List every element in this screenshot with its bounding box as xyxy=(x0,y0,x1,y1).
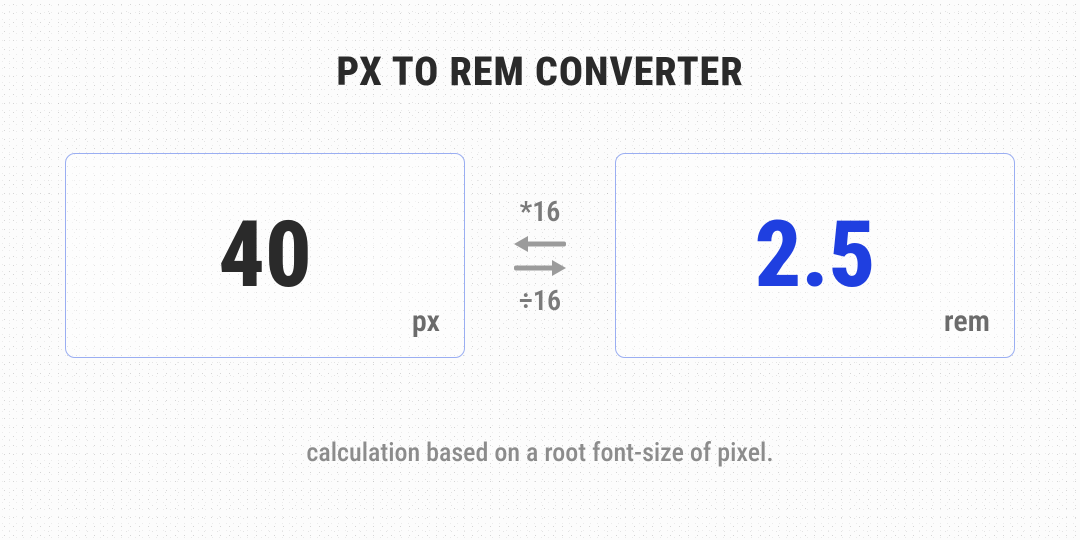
px-value: 40 xyxy=(218,210,312,302)
arrow-right-icon xyxy=(514,260,566,276)
divide-operator: ÷16 xyxy=(519,284,561,317)
footnote-text: calculation based on a root font-size of… xyxy=(306,438,773,468)
rem-output-card[interactable]: 2.5 rem xyxy=(615,153,1015,358)
arrow-left-icon xyxy=(514,236,566,252)
px-unit-label: px xyxy=(412,304,440,339)
conversion-operators: *16 ÷16 xyxy=(495,195,585,317)
page-title: PX TO REM CONVERTER xyxy=(336,48,743,95)
multiply-operator: *16 xyxy=(520,195,561,228)
rem-value: 2.5 xyxy=(755,210,876,302)
rem-unit-label: rem xyxy=(944,304,990,339)
px-input-card[interactable]: 40 px xyxy=(65,153,465,358)
converter-row: 40 px *16 ÷16 2.5 rem xyxy=(56,153,1024,358)
